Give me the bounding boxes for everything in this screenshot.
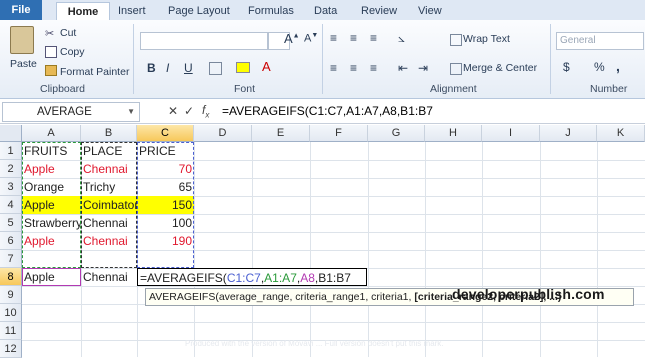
formula-input[interactable]: =AVERAGEIFS(C1:C7,A1:A7,A8,B1:B7 xyxy=(222,102,433,120)
tab-review[interactable]: Review xyxy=(361,2,397,20)
footnote-text: Produced with the version of Movavi ... … xyxy=(185,339,444,348)
font-group-label: Font xyxy=(234,83,256,95)
row-header-11[interactable]: 11 xyxy=(0,322,22,340)
tab-insert[interactable]: Insert xyxy=(118,2,146,20)
row-header-10[interactable]: 10 xyxy=(0,304,22,322)
copy-icon[interactable] xyxy=(45,46,57,58)
watermark-text: developerpublish.com xyxy=(452,286,605,302)
clipboard-group-label: Clipboard xyxy=(40,83,85,95)
italic-button[interactable]: I xyxy=(166,61,169,75)
alignment-group-label: Alignment xyxy=(430,83,477,95)
divider xyxy=(133,24,134,94)
row-header-12[interactable]: 12 xyxy=(0,340,22,358)
range-a8-outline xyxy=(22,268,81,286)
cut-button[interactable]: Cut xyxy=(60,27,76,39)
wrap-text-icon[interactable] xyxy=(450,34,462,46)
format-painter-icon[interactable] xyxy=(45,65,57,76)
formula-bar: AVERAGE ▼ ✕ ✓ fx =AVERAGEIFS(C1:C7,A1:A7… xyxy=(0,100,645,124)
select-all-corner[interactable] xyxy=(0,125,22,142)
formula-ref-c1-c7: C1:C7 xyxy=(226,271,261,285)
tab-formulas[interactable]: Formulas xyxy=(248,2,294,20)
row-header-9[interactable]: 9 xyxy=(0,286,22,304)
bold-button[interactable]: B xyxy=(147,61,156,75)
column-header-a[interactable]: A xyxy=(22,125,81,142)
name-box[interactable]: AVERAGE ▼ xyxy=(2,102,140,122)
column-header-e[interactable]: E xyxy=(252,125,310,142)
column-header-b[interactable]: B xyxy=(81,125,137,142)
number-format-select[interactable]: General xyxy=(556,32,644,50)
bottom-align-icon[interactable]: ≡ xyxy=(370,31,377,45)
tab-home[interactable]: Home xyxy=(56,2,110,21)
chevron-down-icon[interactable]: ▼ xyxy=(127,103,135,121)
tab-page-layout[interactable]: Page Layout xyxy=(168,2,230,20)
divider xyxy=(322,24,323,94)
formula-ref-a8: A8 xyxy=(300,271,315,285)
tooltip-signature: AVERAGEIFS(average_range, criteria_range… xyxy=(149,291,415,303)
merge-center-button[interactable]: Merge & Center xyxy=(463,62,537,74)
tab-view[interactable]: View xyxy=(418,2,442,20)
underline-button[interactable]: U xyxy=(184,61,193,75)
formula-ref-b1-b7: B1:B7 xyxy=(318,271,351,285)
ribbon-tab-bar: File Home Insert Page Layout Formulas Da… xyxy=(0,0,645,21)
column-header-h[interactable]: H xyxy=(425,125,482,142)
top-align-icon[interactable]: ≡ xyxy=(330,31,337,45)
row-header-4[interactable]: 4 xyxy=(0,196,22,214)
paste-icon[interactable] xyxy=(10,26,34,54)
row-header-3[interactable]: 3 xyxy=(0,178,22,196)
ribbon-home: Paste ✂ Cut Copy Format Painter Clipboar… xyxy=(0,20,645,99)
name-box-value: AVERAGE xyxy=(37,106,92,118)
paste-button[interactable]: Paste xyxy=(10,58,37,70)
insert-function-icon[interactable]: fx xyxy=(202,103,209,119)
column-header-c[interactable]: C xyxy=(137,125,194,142)
range-b1-b7-outline xyxy=(81,142,137,268)
decrease-indent-icon[interactable]: ⇤ xyxy=(398,61,408,75)
currency-button[interactable]: $ xyxy=(563,60,570,74)
wrap-text-button[interactable]: Wrap Text xyxy=(463,33,510,45)
cell-c8-editor[interactable]: =AVERAGEIFS(C1:C7,A1:A7,A8,B1:B7 xyxy=(137,268,367,286)
middle-align-icon[interactable]: ≡ xyxy=(350,31,357,45)
orientation-icon[interactable]: ⦣ xyxy=(398,31,405,46)
cancel-icon[interactable]: ✕ xyxy=(168,104,178,118)
tab-file[interactable]: File xyxy=(0,0,42,20)
font-color-icon[interactable]: A xyxy=(262,59,271,74)
range-c1-c7-outline xyxy=(137,142,194,268)
tab-data[interactable]: Data xyxy=(314,2,337,20)
enter-icon[interactable]: ✓ xyxy=(184,104,194,118)
row-header-7[interactable]: 7 xyxy=(0,250,22,268)
column-header-i[interactable]: I xyxy=(482,125,540,142)
gridline xyxy=(22,322,645,323)
cell-b8[interactable]: Chennai xyxy=(81,268,137,286)
divider xyxy=(550,24,551,94)
row-header-2[interactable]: 2 xyxy=(0,160,22,178)
merge-center-icon[interactable] xyxy=(450,63,462,75)
range-a1-a7-outline xyxy=(22,142,81,268)
align-center-icon[interactable]: ≡ xyxy=(350,61,357,75)
decrease-font-icon[interactable]: A▼ xyxy=(304,32,318,45)
row-header-6[interactable]: 6 xyxy=(0,232,22,250)
fill-color-icon[interactable] xyxy=(236,62,250,73)
column-header-f[interactable]: F xyxy=(310,125,368,142)
column-header-k[interactable]: K xyxy=(597,125,645,142)
format-painter-button[interactable]: Format Painter xyxy=(60,66,129,78)
percent-button[interactable]: % xyxy=(594,60,605,74)
scissors-icon[interactable]: ✂ xyxy=(45,27,54,40)
column-header-j[interactable]: J xyxy=(540,125,597,142)
row-header-5[interactable]: 5 xyxy=(0,214,22,232)
row-header-1[interactable]: 1 xyxy=(0,142,22,160)
align-left-icon[interactable]: ≡ xyxy=(330,61,337,75)
comma-button[interactable]: , xyxy=(616,58,620,74)
align-right-icon[interactable]: ≡ xyxy=(370,61,377,75)
row-header-8[interactable]: 8 xyxy=(0,268,22,286)
column-header-d[interactable]: D xyxy=(194,125,252,142)
number-group-label: Number xyxy=(590,83,628,95)
formula-ref-a1-a7: A1:A7 xyxy=(264,271,297,285)
formula-prefix: =AVERAGEIFS( xyxy=(140,271,227,285)
number-format-value: General xyxy=(560,35,596,46)
font-name-input[interactable] xyxy=(140,32,268,50)
borders-icon[interactable] xyxy=(209,62,222,75)
column-header-g[interactable]: G xyxy=(368,125,425,142)
copy-button[interactable]: Copy xyxy=(60,46,85,58)
increase-font-icon[interactable]: A▲ xyxy=(284,31,300,46)
increase-indent-icon[interactable]: ⇥ xyxy=(418,61,428,75)
